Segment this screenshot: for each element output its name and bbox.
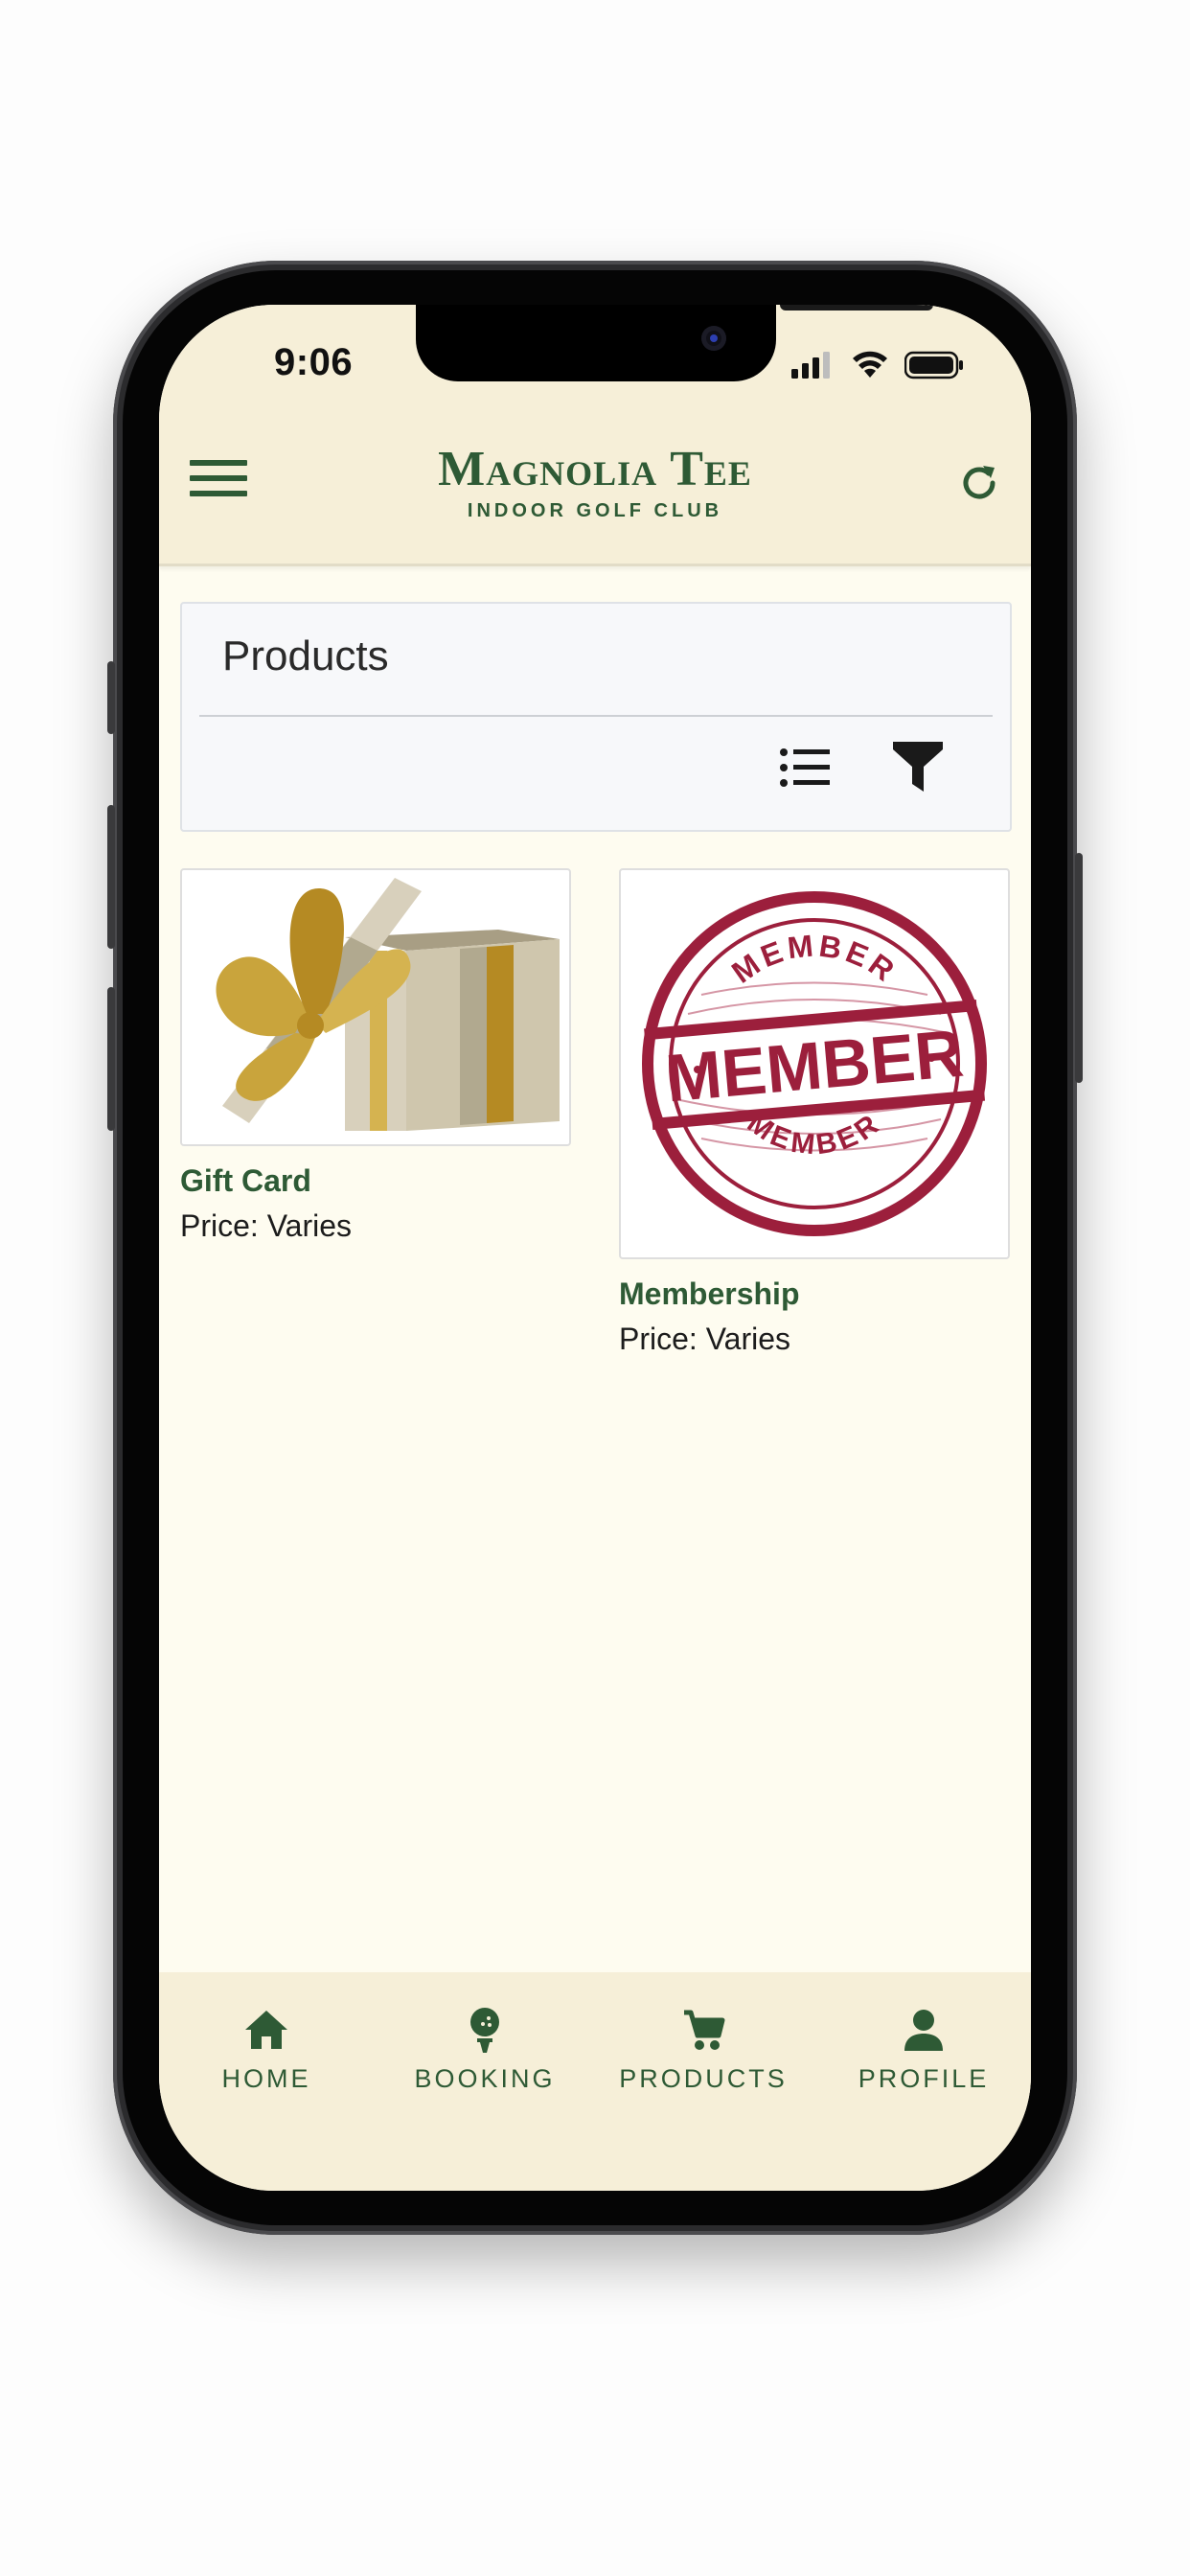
nav-booking-label: BOOKING	[414, 2064, 556, 2093]
notch	[416, 305, 933, 381]
nav-profile[interactable]: PROFILE	[828, 2005, 1019, 2094]
logo-title: Magnolia Tee	[438, 442, 752, 496]
battery-icon	[904, 351, 963, 380]
side-button-power	[1075, 853, 1083, 1083]
side-button-mute	[107, 661, 115, 734]
status-icons	[791, 351, 964, 380]
home-icon	[245, 2011, 287, 2049]
product-price: Price: Varies	[180, 1208, 353, 1243]
product-name[interactable]: Membership	[619, 1276, 1010, 1312]
speaker-grille	[780, 305, 933, 310]
product-tile-gift-card[interactable]: Gift Card Price: Varies	[180, 868, 571, 1244]
product-price: Price: Varies	[619, 1322, 791, 1356]
front-camera	[701, 326, 726, 351]
nav-home[interactable]: HOME	[171, 2005, 362, 2094]
product-tile-membership[interactable]: MEMBER MEMBER MEMBER Membership Price: V…	[619, 868, 1010, 1357]
filter-icon[interactable]	[891, 738, 945, 794]
gift-box-illustration	[216, 878, 560, 1131]
nav-profile-label: PROFILE	[858, 2064, 990, 2093]
cart-icon	[684, 2010, 725, 2050]
club-logo: Magnolia Tee INDOOR GOLF CLUB	[159, 445, 1031, 522]
member-stamp-illustration: MEMBER MEMBER MEMBER	[642, 891, 987, 1236]
nav-products-label: PRODUCTS	[619, 2064, 788, 2093]
logo-subtitle: INDOOR GOLF CLUB	[467, 500, 723, 521]
list-view-icon[interactable]	[778, 744, 832, 792]
status-bar: 9:06	[159, 305, 1031, 410]
bottom-nav: HOME BOOKING PRODUCTS PROFILE	[159, 1972, 1031, 2191]
nav-home-label: HOME	[221, 2064, 311, 2093]
nav-products[interactable]: PRODUCTS	[607, 2005, 799, 2094]
app-header: Magnolia Tee INDOOR GOLF CLUB	[159, 410, 1031, 566]
side-button-volume-down	[107, 987, 115, 1131]
stamp-top-text: MEMBER	[725, 928, 904, 990]
cellular-signal-icon	[791, 352, 830, 379]
app-screen: 9:06 Magnolia Tee INDOOR GOLF CLUB Produ…	[159, 305, 1031, 2191]
page-title: Products	[222, 632, 389, 679]
wifi-icon	[853, 351, 887, 378]
panel-divider	[199, 715, 993, 717]
person-icon	[904, 2010, 943, 2051]
gift-box-image[interactable]	[180, 868, 571, 1146]
member-stamp-image[interactable]: MEMBER MEMBER MEMBER	[619, 868, 1010, 1259]
nav-booking[interactable]: BOOKING	[389, 2005, 581, 2094]
product-name[interactable]: Gift Card	[180, 1163, 571, 1199]
status-time: 9:06	[274, 341, 354, 383]
side-button-volume-up	[107, 805, 115, 949]
refresh-icon[interactable]	[956, 460, 1002, 506]
golf-ball-tee-icon	[470, 2008, 499, 2053]
products-panel: Products	[180, 602, 1012, 832]
